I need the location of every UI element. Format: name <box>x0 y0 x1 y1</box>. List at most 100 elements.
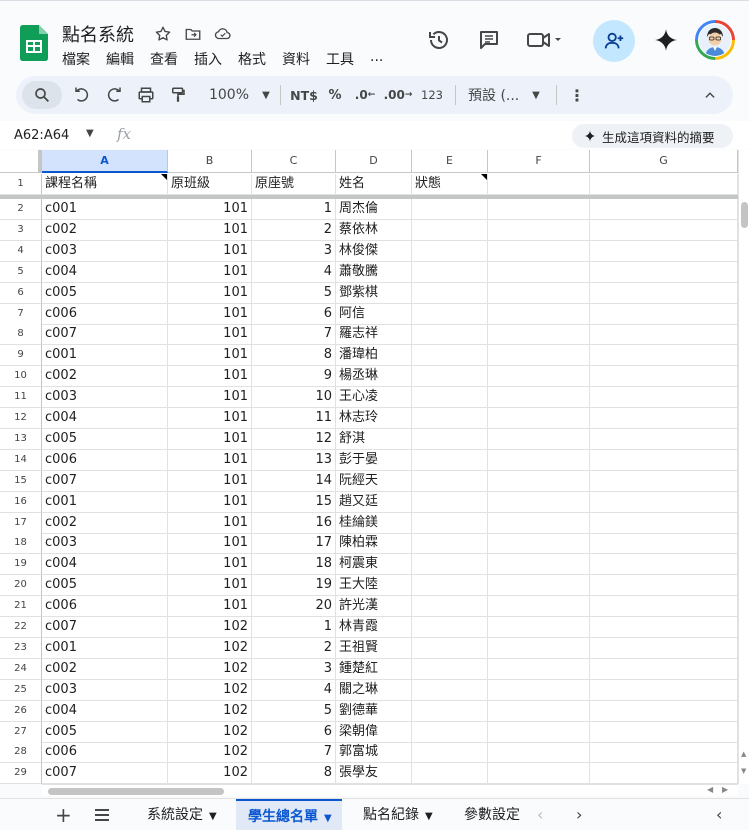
table-cell[interactable]: 7 <box>252 324 336 345</box>
table-cell[interactable]: 5 <box>252 283 336 304</box>
empty-cell[interactable] <box>412 680 488 701</box>
empty-cell[interactable] <box>590 533 738 554</box>
table-cell[interactable]: 7 <box>252 742 336 763</box>
table-cell[interactable]: c003 <box>42 387 168 408</box>
paint-format-icon[interactable] <box>162 81 194 109</box>
table-cell[interactable]: 阿信 <box>336 304 412 325</box>
empty-cell[interactable] <box>488 638 590 659</box>
table-cell[interactable]: 陳柏霖 <box>336 533 412 554</box>
empty-cell[interactable] <box>488 450 590 471</box>
table-cell[interactable]: 102 <box>168 617 252 638</box>
tabs-scroll-right-icon[interactable]: › <box>576 799 582 830</box>
table-cell[interactable]: c007 <box>42 617 168 638</box>
table-cell[interactable]: 楊丞琳 <box>336 366 412 387</box>
table-cell[interactable]: 102 <box>168 659 252 680</box>
row-header[interactable]: 27 <box>0 722 42 743</box>
table-cell[interactable]: 101 <box>168 429 252 450</box>
table-cell[interactable]: 16 <box>252 513 336 534</box>
share-button[interactable] <box>593 20 635 62</box>
menu-data[interactable]: 資料 <box>282 49 318 69</box>
name-box[interactable]: A62:A64 <box>14 128 69 143</box>
empty-cell[interactable] <box>488 324 590 345</box>
table-cell[interactable]: 101 <box>168 513 252 534</box>
add-sheet-icon[interactable]: + <box>55 799 72 830</box>
table-cell[interactable]: 15 <box>252 492 336 513</box>
table-cell[interactable]: c006 <box>42 304 168 325</box>
table-cell[interactable]: c005 <box>42 575 168 596</box>
table-cell[interactable]: 101 <box>168 554 252 575</box>
table-cell[interactable]: c005 <box>42 429 168 450</box>
empty-cell[interactable] <box>488 241 590 262</box>
row-header[interactable]: 13 <box>0 429 42 450</box>
empty-cell[interactable] <box>590 596 738 617</box>
column-header-f[interactable]: F <box>488 150 590 173</box>
table-cell[interactable]: c001 <box>42 345 168 366</box>
row-header[interactable]: 16 <box>0 492 42 513</box>
meet-icon[interactable] <box>522 21 568 59</box>
comments-icon[interactable] <box>470 21 508 59</box>
cloud-saved-icon[interactable] <box>212 23 234 45</box>
table-cell[interactable]: 趙又廷 <box>336 492 412 513</box>
table-cell[interactable]: 5 <box>252 701 336 722</box>
currency-format-button[interactable]: NT$ <box>287 81 321 109</box>
empty-cell[interactable] <box>590 283 738 304</box>
table-cell[interactable]: 13 <box>252 450 336 471</box>
table-cell[interactable]: 102 <box>168 722 252 743</box>
table-cell[interactable]: c002 <box>42 366 168 387</box>
table-cell[interactable]: 101 <box>168 345 252 366</box>
vertical-scroll-thumb[interactable] <box>741 202 748 228</box>
table-cell[interactable]: c004 <box>42 701 168 722</box>
column-header-b[interactable]: B <box>168 150 252 173</box>
tab-dropdown-icon[interactable]: ▼ <box>324 813 332 824</box>
row-header[interactable]: 17 <box>0 513 42 534</box>
star-icon[interactable] <box>152 23 174 45</box>
table-cell[interactable]: 林青霞 <box>336 617 412 638</box>
version-history-icon[interactable] <box>420 21 458 59</box>
table-cell[interactable]: 102 <box>168 742 252 763</box>
empty-cell[interactable] <box>488 701 590 722</box>
empty-cell[interactable] <box>590 450 738 471</box>
menu-view[interactable]: 查看 <box>150 49 186 69</box>
empty-cell[interactable] <box>488 387 590 408</box>
table-cell[interactable]: 101 <box>168 220 252 241</box>
empty-cell[interactable] <box>590 220 738 241</box>
table-cell[interactable]: c005 <box>42 722 168 743</box>
table-cell[interactable]: 鍾楚紅 <box>336 659 412 680</box>
table-cell[interactable]: 8 <box>252 345 336 366</box>
column-header-e[interactable]: E <box>412 150 488 173</box>
menu-edit[interactable]: 編輯 <box>106 49 142 69</box>
table-cell[interactable]: 王祖賢 <box>336 638 412 659</box>
table-cell[interactable]: 劉德華 <box>336 701 412 722</box>
row-header[interactable]: 24 <box>0 659 42 680</box>
sheet-tab-attendance-log[interactable]: 點名紀錄 ▼ <box>363 799 433 830</box>
table-cell[interactable]: 11 <box>252 408 336 429</box>
row-header[interactable]: 6 <box>0 283 42 304</box>
zoom-select[interactable]: 100% <box>200 81 258 109</box>
search-menus-button[interactable] <box>22 81 62 109</box>
row-header[interactable]: 28 <box>0 742 42 763</box>
table-cell[interactable]: c005 <box>42 283 168 304</box>
scroll-down-arrow-icon[interactable]: ▼ <box>741 767 746 775</box>
table-cell[interactable]: 102 <box>168 763 252 784</box>
empty-cell[interactable] <box>488 366 590 387</box>
zoom-dropdown-icon[interactable]: ▼ <box>258 81 274 109</box>
empty-cell[interactable] <box>488 722 590 743</box>
table-cell[interactable]: 101 <box>168 304 252 325</box>
empty-cell[interactable] <box>412 471 488 492</box>
empty-cell[interactable] <box>412 220 488 241</box>
table-cell[interactable]: 6 <box>252 722 336 743</box>
table-cell[interactable]: 1 <box>252 617 336 638</box>
table-cell[interactable]: c001 <box>42 492 168 513</box>
row-header[interactable]: 4 <box>0 241 42 262</box>
table-cell[interactable]: 101 <box>168 596 252 617</box>
document-title[interactable]: 點名系統 <box>62 21 134 47</box>
menu-file[interactable]: 檔案 <box>62 49 98 69</box>
table-cell[interactable]: 鄧紫棋 <box>336 283 412 304</box>
sheets-logo-icon[interactable] <box>20 25 48 61</box>
row-header[interactable]: 12 <box>0 408 42 429</box>
sheet-tab-student-roster[interactable]: 學生總名單 ▼ <box>236 799 342 830</box>
row-header[interactable]: 11 <box>0 387 42 408</box>
empty-cell[interactable] <box>412 763 488 784</box>
menu-format[interactable]: 格式 <box>238 49 274 69</box>
table-cell[interactable]: 102 <box>168 638 252 659</box>
